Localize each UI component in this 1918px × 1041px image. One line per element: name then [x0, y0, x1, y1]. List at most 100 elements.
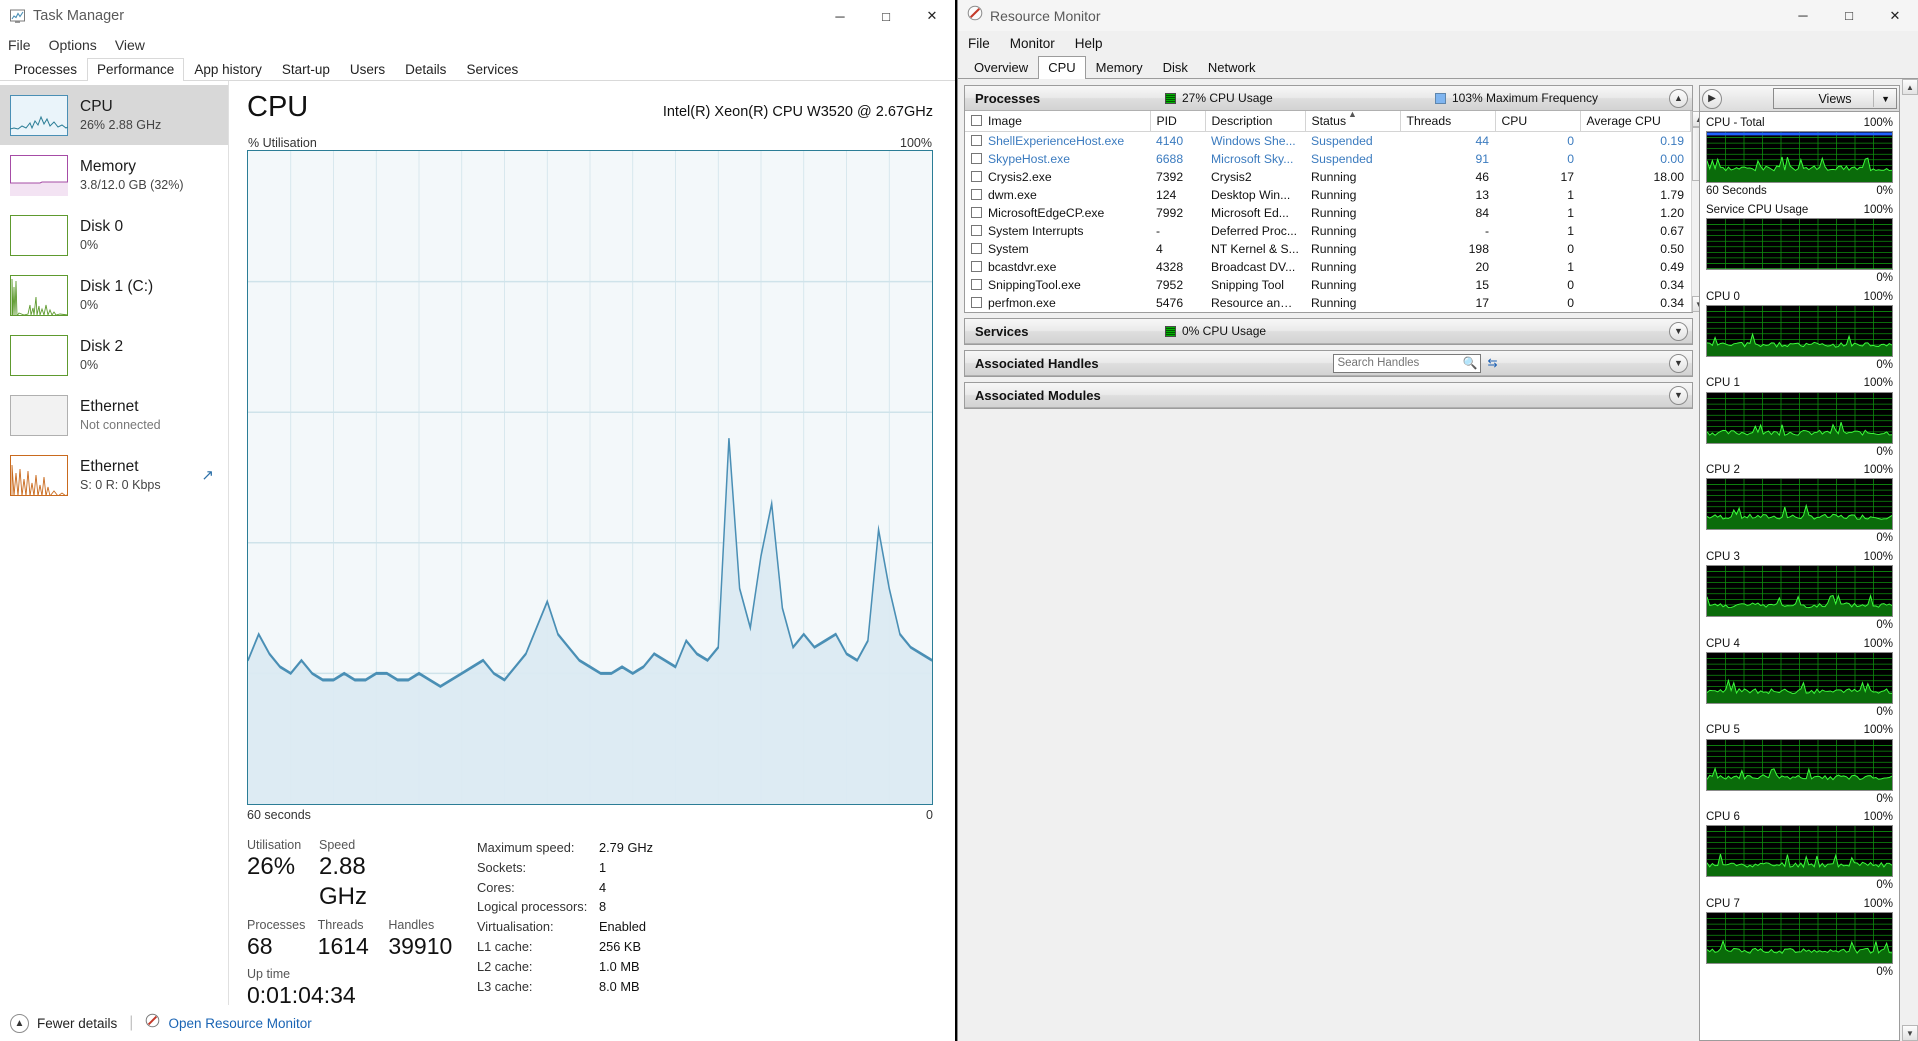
row-checkbox[interactable] — [971, 135, 982, 146]
resource-monitor-main-scrollbar[interactable]: ▲ ▼ — [1902, 79, 1918, 1041]
column-header-description[interactable]: Description — [1205, 111, 1306, 132]
associated-handles-panel-header[interactable]: Associated Handles 🔍 ⇆ ▼ — [965, 351, 1692, 376]
scrollbar-track[interactable] — [1902, 95, 1918, 1025]
expand-modules-icon[interactable]: ▼ — [1669, 385, 1688, 405]
fewer-details-button[interactable]: Fewer details — [37, 1016, 117, 1031]
expand-graph-panel-icon[interactable]: ▶ — [1702, 88, 1722, 109]
row-checkbox[interactable] — [971, 153, 982, 164]
column-header-image[interactable]: Image — [965, 111, 1151, 132]
menu-item-file[interactable]: File — [8, 37, 31, 53]
sidebar-item-disk1[interactable]: Disk 1 (C:) 0% — [0, 265, 228, 325]
scroll-down-icon[interactable]: ▼ — [1902, 1025, 1918, 1041]
table-row[interactable]: Crysis2.exe 7392 Crysis2 Running 46 17 18.00 — [965, 168, 1690, 186]
expand-services-icon[interactable]: ▼ — [1669, 321, 1688, 341]
menu-item-file[interactable]: File — [968, 36, 990, 51]
tab-overview[interactable]: Overview — [964, 56, 1038, 79]
tab-app-history[interactable]: App history — [184, 58, 272, 81]
graph-block-cpu-total: CPU - Total 100% 60 Seconds 0% — [1706, 116, 1893, 199]
tab-users[interactable]: Users — [340, 58, 395, 81]
cell-status: Running — [1311, 188, 1357, 202]
chevron-up-icon[interactable]: ▲ — [10, 1013, 29, 1033]
table-row[interactable]: System 4 NT Kernel & S... Running 198 0 0.50 — [965, 240, 1690, 258]
table-row[interactable]: System Interrupts - Deferred Proc... Runnin… — [965, 222, 1690, 240]
row-checkbox[interactable] — [971, 297, 982, 308]
tab-services[interactable]: Services — [456, 58, 528, 81]
table-row[interactable]: perfmon.exe 5476 Resource and ... Running 17… — [965, 294, 1690, 312]
open-resource-monitor-link[interactable]: Open Resource Monitor — [168, 1016, 311, 1031]
cpu-stats-left: Utilisation 26% Speed 2.88 GHz Processes — [247, 838, 459, 1010]
select-all-checkbox[interactable] — [971, 115, 982, 126]
column-header-status[interactable]: ▲ Status — [1305, 109, 1401, 132]
sidebar-item-ethernet-disconnected[interactable]: Ethernet Not connected — [0, 385, 228, 445]
expand-handles-icon[interactable]: ▼ — [1669, 353, 1688, 373]
collapse-processes-icon[interactable]: ▲ — [1669, 88, 1688, 108]
table-row[interactable]: bcastdvr.exe 4328 Broadcast DV... Running 20… — [965, 258, 1690, 276]
minimize-button[interactable]: ─ — [817, 0, 863, 32]
row-checkbox[interactable] — [971, 261, 982, 272]
views-dropdown-button[interactable]: Views ▼ — [1773, 88, 1897, 109]
tab-performance[interactable]: Performance — [87, 58, 185, 81]
minimize-button[interactable]: ─ — [1780, 0, 1826, 32]
table-row[interactable]: dwm.exe 124 Desktop Win... Running 13 1 1.79 — [965, 186, 1690, 204]
table-row[interactable]: ShellExperienceHost.exe 4140 Windows She..… — [965, 132, 1690, 151]
tab-memory[interactable]: Memory — [1086, 56, 1153, 79]
row-checkbox[interactable] — [971, 279, 982, 290]
spec-row: Cores: 4 — [477, 878, 933, 898]
close-button[interactable]: ✕ — [1872, 0, 1918, 32]
sidebar-item-memory[interactable]: Memory 3.8/12.0 GB (32%) — [0, 145, 228, 205]
sidebar-item-ethernet-active[interactable]: Ethernet S: 0 R: 0 Kbps ↗ — [0, 445, 228, 505]
row-checkbox[interactable] — [971, 171, 982, 182]
sidebar-ethernet-active-text: Ethernet S: 0 R: 0 Kbps — [80, 458, 161, 492]
sidebar-item-cpu[interactable]: CPU 26% 2.88 GHz — [0, 85, 228, 145]
page-title: CPU — [247, 91, 309, 123]
refresh-icon[interactable]: ⇆ — [1484, 356, 1500, 370]
search-handles-input[interactable] — [1337, 357, 1463, 369]
associated-modules-panel-header[interactable]: Associated Modules ▼ — [965, 383, 1692, 408]
tab-network[interactable]: Network — [1198, 56, 1266, 79]
spec-value: 1.0 MB — [599, 958, 640, 974]
maximize-button[interactable]: □ — [863, 0, 909, 32]
column-header-average-cpu[interactable]: Average CPU — [1580, 111, 1691, 132]
sidebar-item-disk2[interactable]: Disk 2 0% — [0, 325, 228, 385]
graph-bottom-row: 0% — [1706, 618, 1893, 632]
cell-image: bcastdvr.exe — [965, 258, 1150, 276]
table-row[interactable]: SnippingTool.exe 7952 Snipping Tool Running… — [965, 276, 1690, 294]
cell-image: System Interrupts — [965, 222, 1150, 240]
tab-cpu[interactable]: CPU — [1038, 56, 1086, 79]
row-checkbox[interactable] — [971, 189, 982, 200]
menu-item-options[interactable]: Options — [49, 37, 97, 53]
search-handles-box[interactable]: 🔍 — [1333, 353, 1482, 373]
row-checkbox[interactable] — [971, 207, 982, 218]
table-row[interactable]: SkypeHost.exe 6688 Microsoft Sky... Suspend… — [965, 150, 1690, 168]
services-panel-header[interactable]: Services 0% CPU Usage ▼ — [965, 319, 1692, 344]
menu-item-view[interactable]: View — [115, 37, 145, 53]
graph-label: CPU 6 — [1706, 811, 1740, 823]
sidebar-item-disk0[interactable]: Disk 0 0% — [0, 205, 228, 265]
stat-processes-label: Processes — [247, 918, 306, 932]
chevron-down-icon[interactable]: ▼ — [1881, 94, 1890, 104]
stat-handles-label: Handles — [388, 918, 435, 932]
tab-disk[interactable]: Disk — [1153, 56, 1198, 79]
graph-block-service-cpu-usage: Service CPU Usage 100% 0% — [1706, 203, 1893, 286]
table-row[interactable]: MicrosoftEdgeCP.exe 7992 Microsoft Ed... Ru… — [965, 204, 1690, 222]
maximize-button[interactable]: □ — [1826, 0, 1872, 32]
menu-item-help[interactable]: Help — [1075, 36, 1103, 51]
graph-top-row: CPU 3 100% — [1706, 550, 1893, 564]
processes-panel-header[interactable]: Processes 27% CPU Usage 103% Maximum Fre… — [965, 86, 1692, 111]
scroll-up-icon[interactable]: ▲ — [1902, 79, 1918, 95]
row-checkbox[interactable] — [971, 243, 982, 254]
column-header-pid[interactable]: PID — [1150, 111, 1206, 132]
tab-processes[interactable]: Processes — [4, 58, 87, 81]
search-icon[interactable]: 🔍 — [1463, 356, 1478, 370]
spec-value: 1 — [599, 859, 607, 875]
blue-swatch-icon — [1435, 92, 1446, 104]
tab-start-up[interactable]: Start-up — [272, 58, 340, 81]
tab-details[interactable]: Details — [395, 58, 456, 81]
column-header-threads[interactable]: Threads — [1400, 111, 1496, 132]
cell-description: Microsoft Ed... — [1211, 206, 1289, 220]
menu-item-monitor[interactable]: Monitor — [1010, 36, 1055, 51]
column-header-cpu[interactable]: CPU — [1495, 111, 1581, 132]
close-button[interactable]: ✕ — [909, 0, 955, 32]
row-checkbox[interactable] — [971, 225, 982, 236]
cpu-graph-x-end-label: 0 — [926, 808, 933, 822]
